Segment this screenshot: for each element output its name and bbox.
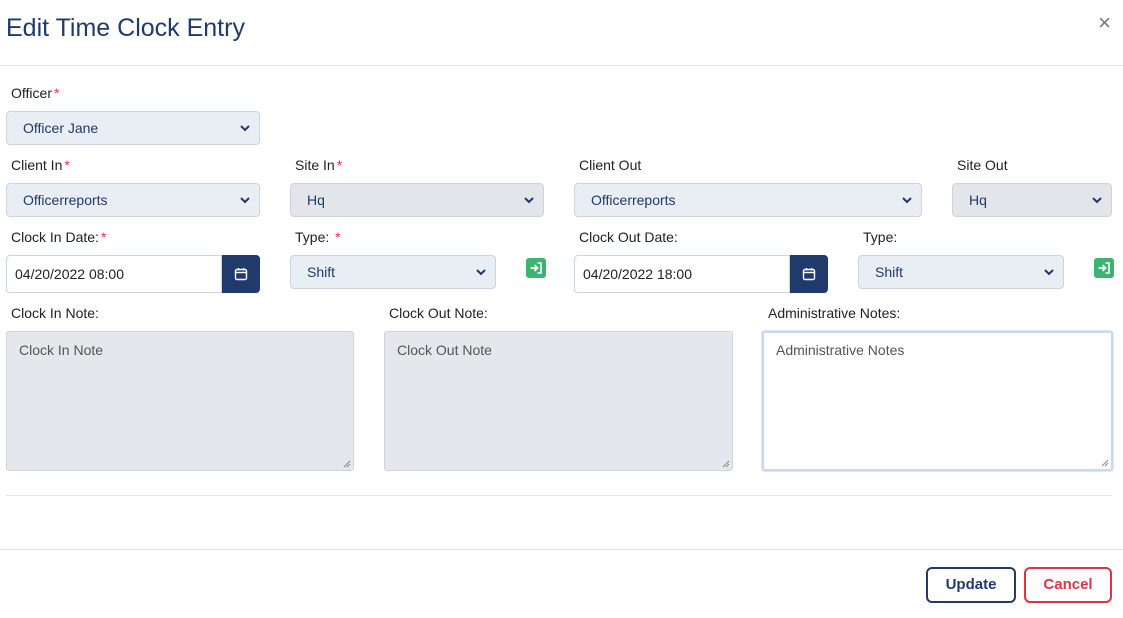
sign-in-icon bbox=[530, 262, 542, 274]
site-in-select[interactable]: Hq bbox=[290, 183, 544, 217]
calendar-icon bbox=[802, 268, 816, 281]
site-in-label: Site In * bbox=[295, 157, 343, 173]
chevron-down-icon bbox=[476, 269, 486, 276]
clock-out-date-input[interactable]: 04/20/2022 18:00 bbox=[574, 255, 790, 293]
clock-in-sign-in-button[interactable] bbox=[526, 258, 546, 278]
clock-out-note-label: Clock Out Note: bbox=[389, 305, 488, 321]
client-out-select[interactable]: Officerreports bbox=[574, 183, 922, 217]
admin-notes-textarea[interactable]: Administrative Notes bbox=[762, 331, 1113, 471]
resize-handle-icon[interactable] bbox=[722, 460, 730, 468]
modal-title: Edit Time Clock Entry bbox=[6, 14, 245, 42]
clock-out-type-select[interactable]: Shift bbox=[858, 255, 1064, 289]
form-divider bbox=[6, 495, 1112, 496]
resize-handle-icon[interactable] bbox=[343, 460, 351, 468]
resize-handle-icon[interactable] bbox=[1101, 459, 1109, 467]
calendar-icon bbox=[234, 268, 248, 281]
clock-out-date-label: Clock Out Date: bbox=[579, 229, 678, 245]
clock-in-date-label: Clock In Date: * bbox=[11, 229, 107, 245]
officer-label: Officer * bbox=[11, 85, 60, 101]
chevron-down-icon bbox=[240, 197, 250, 204]
cancel-button[interactable]: Cancel bbox=[1024, 567, 1112, 603]
close-icon[interactable]: × bbox=[1098, 12, 1111, 34]
clock-in-date-input[interactable]: 04/20/2022 08:00 bbox=[6, 255, 222, 293]
required-mark: * bbox=[53, 85, 60, 101]
clock-in-note-textarea[interactable]: Clock In Note bbox=[6, 331, 354, 471]
clock-out-type-label: Type: bbox=[863, 229, 898, 245]
chevron-down-icon bbox=[1092, 197, 1102, 204]
site-out-label: Site Out bbox=[957, 157, 1008, 173]
officer-select[interactable]: Officer Jane bbox=[6, 111, 260, 145]
chevron-down-icon bbox=[524, 197, 534, 204]
sign-in-icon bbox=[1098, 262, 1110, 274]
clock-in-type-select[interactable]: Shift bbox=[290, 255, 496, 289]
chevron-down-icon bbox=[1044, 269, 1054, 276]
client-in-label: Client In * bbox=[11, 157, 70, 173]
modal-header: Edit Time Clock Entry × bbox=[0, 0, 1123, 66]
chevron-down-icon bbox=[902, 197, 912, 204]
clock-out-note-textarea[interactable]: Clock Out Note bbox=[384, 331, 733, 471]
admin-notes-label: Administrative Notes: bbox=[768, 305, 901, 321]
clock-out-sign-in-button[interactable] bbox=[1094, 258, 1114, 278]
site-out-select[interactable]: Hq bbox=[952, 183, 1112, 217]
clock-in-note-label: Clock In Note: bbox=[11, 305, 99, 321]
clock-out-calendar-button[interactable] bbox=[790, 255, 828, 293]
client-out-label: Client Out bbox=[579, 157, 642, 173]
update-button[interactable]: Update bbox=[926, 567, 1016, 603]
clock-in-type-label: Type: * bbox=[295, 229, 341, 245]
client-in-select[interactable]: Officerreports bbox=[6, 183, 260, 217]
chevron-down-icon bbox=[240, 125, 250, 132]
clock-in-calendar-button[interactable] bbox=[222, 255, 260, 293]
